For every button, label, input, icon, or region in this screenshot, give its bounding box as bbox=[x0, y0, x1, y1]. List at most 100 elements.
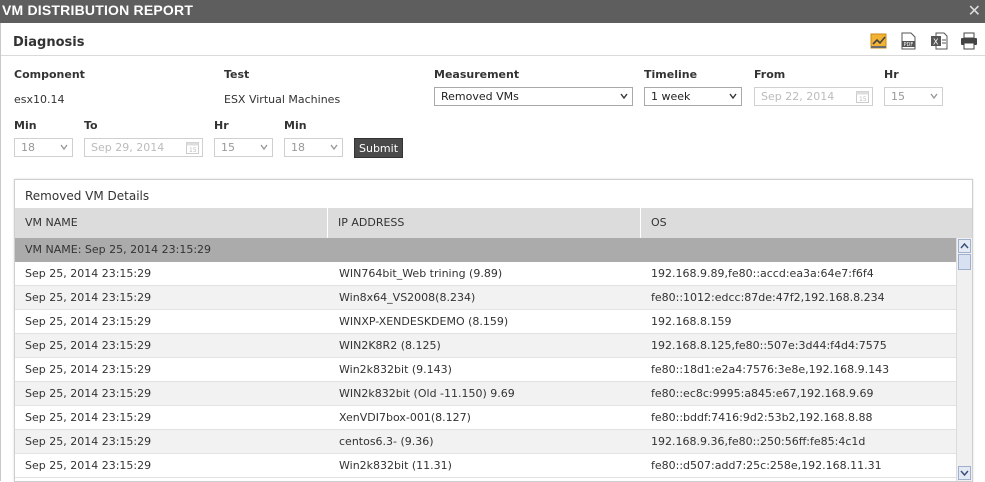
vm-name-cell: Sep 25, 2014 23:15:29 bbox=[25, 387, 152, 400]
vm-name-cell: Sep 25, 2014 23:15:29 bbox=[25, 267, 152, 280]
grid-scrollbar[interactable] bbox=[956, 238, 972, 481]
ip-address-cell: Win2k832bit (11.31) bbox=[339, 459, 452, 472]
submit-button[interactable]: Submit bbox=[354, 138, 403, 158]
ip-address-cell: Win2k832bit (9.143) bbox=[339, 363, 452, 376]
table-row: Sep 25, 2014 23:15:29 WIN764bit_Web trin… bbox=[15, 262, 956, 286]
column-header-os[interactable]: OS bbox=[641, 208, 972, 238]
table-row: Sep 25, 2014 23:15:29 centos6.3- (9.36) … bbox=[15, 430, 956, 454]
from-hr-select[interactable]: 15 bbox=[884, 87, 943, 106]
to-date-input[interactable]: Sep 29, 2014 15 bbox=[84, 138, 203, 157]
to-hr-select[interactable]: 15 bbox=[214, 138, 273, 157]
panel-heading: Diagnosis bbox=[13, 35, 85, 50]
vm-name-cell: Sep 25, 2014 23:15:29 bbox=[25, 339, 152, 352]
grid-rows: Sep 25, 2014 23:15:29 WIN764bit_Web trin… bbox=[15, 262, 956, 478]
os-cell: 192.168.9.89,fe80::accd:ea3a:64e7:f6f4 bbox=[651, 267, 874, 280]
measurement-label: Measurement bbox=[434, 68, 520, 81]
calendar-icon[interactable]: 15 bbox=[186, 141, 199, 154]
ip-address-cell: WIN2k832bit (Old -11.150) 9.69 bbox=[339, 387, 515, 400]
grid-header: VM NAME IP ADDRESS OS bbox=[15, 208, 972, 238]
title-bar: VM DISTRIBUTION REPORT ✕ bbox=[0, 0, 985, 23]
ip-address-cell: WIN764bit_Web trining (9.89) bbox=[339, 267, 503, 280]
timeline-select[interactable]: 1 week bbox=[644, 87, 742, 106]
table-row: Sep 25, 2014 23:15:29 Win8x64_VS2008(8.2… bbox=[15, 286, 956, 310]
grid-title: Removed VM Details bbox=[25, 189, 150, 203]
os-cell: fe80::1012:edcc:87de:47f2,192.168.8.234 bbox=[651, 291, 885, 304]
calendar-icon[interactable]: 15 bbox=[856, 90, 869, 103]
table-row: Sep 25, 2014 23:15:29 WIN2K8R2 (8.125) 1… bbox=[15, 334, 956, 358]
table-row: Sep 25, 2014 23:15:29 WINXP-XENDESKDEMO … bbox=[15, 310, 956, 334]
to-hr-selected: 15 bbox=[221, 141, 235, 154]
to-hr-label: Hr bbox=[214, 119, 229, 132]
chevron-up-icon bbox=[960, 242, 969, 249]
timeline-label: Timeline bbox=[644, 68, 698, 81]
from-min-selected: 18 bbox=[21, 141, 35, 154]
diagnosis-panel: Diagnosis PDF X Component esx10.14 Test … bbox=[0, 23, 985, 482]
chevron-down-icon bbox=[620, 93, 628, 100]
chart-icon[interactable] bbox=[870, 32, 888, 50]
vm-name-cell: Sep 25, 2014 23:15:29 bbox=[25, 363, 152, 376]
from-label: From bbox=[754, 68, 786, 81]
measurement-select[interactable]: Removed VMs bbox=[434, 87, 633, 106]
chevron-down-icon bbox=[729, 93, 737, 100]
os-cell: 192.168.8.125,fe80::507e:3d44:f4d4:7575 bbox=[651, 339, 887, 352]
table-row: Sep 25, 2014 23:15:29 Win2k832bit (11.31… bbox=[15, 454, 956, 478]
test-label: Test bbox=[224, 68, 250, 81]
to-label: To bbox=[84, 119, 98, 132]
chevron-down-icon bbox=[960, 470, 969, 477]
table-row: Sep 25, 2014 23:15:29 XenVDI7box-001(8.1… bbox=[15, 406, 956, 430]
timeline-selected: 1 week bbox=[651, 90, 691, 103]
to-date-value: Sep 29, 2014 bbox=[91, 141, 165, 154]
from-min-select[interactable]: 18 bbox=[14, 138, 73, 157]
pdf-icon[interactable]: PDF bbox=[899, 32, 917, 50]
vm-name-cell: Sep 25, 2014 23:15:29 bbox=[25, 291, 152, 304]
ip-address-cell: WIN2K8R2 (8.125) bbox=[339, 339, 441, 352]
svg-text:PDF: PDF bbox=[904, 42, 914, 48]
scroll-thumb[interactable] bbox=[958, 254, 971, 270]
column-header-ip-address[interactable]: IP ADDRESS bbox=[328, 208, 641, 238]
measurement-selected: Removed VMs bbox=[441, 90, 519, 103]
column-header-vm-name[interactable]: VM NAME bbox=[15, 208, 328, 238]
to-min-label: Min bbox=[284, 119, 307, 132]
window-title: VM DISTRIBUTION REPORT bbox=[2, 2, 194, 18]
from-date-input[interactable]: Sep 22, 2014 15 bbox=[754, 87, 873, 106]
ip-address-cell: centos6.3- (9.36) bbox=[339, 435, 434, 448]
scroll-down-button[interactable] bbox=[958, 466, 971, 480]
table-row: Sep 25, 2014 23:15:29 WIN2k832bit (Old -… bbox=[15, 382, 956, 406]
ip-address-cell: Win8x64_VS2008(8.234) bbox=[339, 291, 476, 304]
os-cell: fe80::ec8c:9995:a845:e67,192.168.9.69 bbox=[651, 387, 874, 400]
chevron-down-icon bbox=[930, 93, 938, 100]
print-icon[interactable] bbox=[960, 32, 978, 50]
from-hr-label: Hr bbox=[884, 68, 899, 81]
os-cell: fe80::bddf:7416:9d2:53b2,192.168.8.88 bbox=[651, 411, 873, 424]
component-value: esx10.14 bbox=[14, 93, 65, 106]
vm-name-cell: Sep 25, 2014 23:15:29 bbox=[25, 411, 152, 424]
os-cell: fe80::d507:add7:25c:258e,192.168.11.31 bbox=[651, 459, 882, 472]
chevron-down-icon bbox=[330, 144, 338, 151]
chevron-down-icon bbox=[60, 144, 68, 151]
to-min-select[interactable]: 18 bbox=[284, 138, 343, 157]
panel-header: Diagnosis PDF X bbox=[1, 29, 985, 56]
svg-text:15: 15 bbox=[189, 147, 197, 154]
test-value: ESX Virtual Machines bbox=[224, 93, 341, 106]
svg-text:15: 15 bbox=[859, 96, 867, 103]
os-cell: 192.168.9.36,fe80::250:56ff:fe85:4c1d bbox=[651, 435, 866, 448]
vm-name-cell: Sep 25, 2014 23:15:29 bbox=[25, 435, 152, 448]
vm-name-cell: Sep 25, 2014 23:15:29 bbox=[25, 459, 152, 472]
table-row: Sep 25, 2014 23:15:29 Win2k832bit (9.143… bbox=[15, 358, 956, 382]
scroll-up-button[interactable] bbox=[958, 239, 971, 253]
from-min-label: Min bbox=[14, 119, 37, 132]
close-icon[interactable]: ✕ bbox=[968, 1, 981, 20]
svg-text:X: X bbox=[933, 38, 939, 47]
excel-icon[interactable]: X bbox=[930, 32, 948, 50]
os-cell: 192.168.8.159 bbox=[651, 315, 732, 328]
chevron-down-icon bbox=[260, 144, 268, 151]
removed-vm-grid: Removed VM Details VM NAME IP ADDRESS OS… bbox=[14, 179, 973, 482]
from-hr-selected: 15 bbox=[891, 90, 905, 103]
ip-address-cell: XenVDI7box-001(8.127) bbox=[339, 411, 471, 424]
from-date-value: Sep 22, 2014 bbox=[761, 90, 835, 103]
to-min-selected: 18 bbox=[291, 141, 305, 154]
group-row: VM NAME: Sep 25, 2014 23:15:29 bbox=[15, 238, 956, 262]
ip-address-cell: WINXP-XENDESKDEMO (8.159) bbox=[339, 315, 509, 328]
component-label: Component bbox=[14, 68, 85, 81]
vm-name-cell: Sep 25, 2014 23:15:29 bbox=[25, 315, 152, 328]
